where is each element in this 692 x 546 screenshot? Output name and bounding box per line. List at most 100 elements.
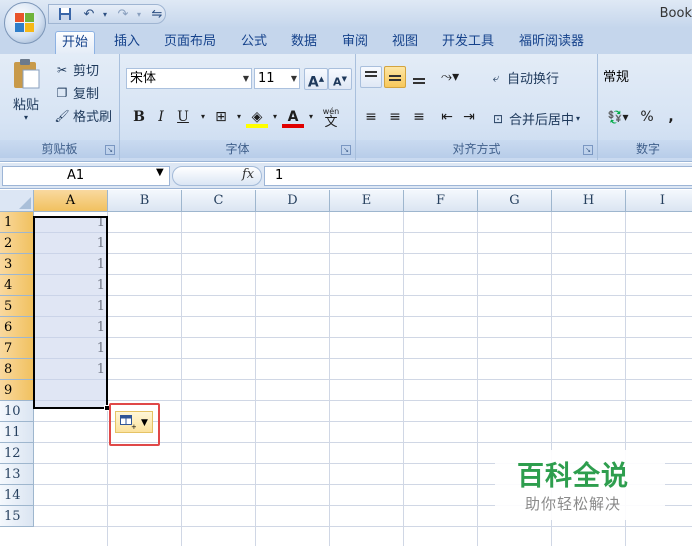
column-header-c[interactable]: C [182, 190, 256, 212]
shrink-font-button[interactable]: A▼ [328, 68, 352, 90]
orientation-icon[interactable]: ⤳▾ [436, 66, 464, 88]
alignment-launcher-icon[interactable]: ↘ [583, 145, 593, 155]
row-header-15[interactable]: 15 [0, 506, 34, 527]
ribbon-tabs: 开始 插入 页面布局 公式 数据 审阅 视图 开发工具 福昕阅读器 [0, 28, 692, 54]
row-header-10[interactable]: 10 [0, 401, 34, 422]
phonetic-guide-button[interactable]: wén 文 [316, 106, 346, 129]
cell-a3[interactable]: 1 [34, 254, 108, 275]
paste-icon [14, 59, 40, 89]
cell-a1[interactable]: 1 [34, 212, 108, 233]
row-header-3[interactable]: 3 [0, 254, 34, 275]
row-header-11[interactable]: 11 [0, 422, 34, 443]
cut-label: 剪切 [73, 64, 100, 79]
font-size-combo[interactable]: 11 ▼ [254, 68, 300, 89]
cell-a8[interactable]: 1 [34, 359, 108, 380]
clipboard-group: 粘贴 ▾ ✂ 剪切 ❐ 复制 🖌 格式刷 剪贴板 ↘ [0, 54, 120, 160]
increase-indent-icon[interactable]: ⇥ [458, 106, 480, 128]
column-header-i[interactable]: I [626, 190, 692, 212]
font-launcher-icon[interactable]: ↘ [341, 145, 351, 155]
redo-dropdown-icon[interactable]: ▾ [131, 7, 147, 23]
tab-data[interactable]: 数据 [285, 31, 323, 54]
row-header-12[interactable]: 12 [0, 443, 34, 464]
column-header-f[interactable]: F [404, 190, 478, 212]
redo-icon[interactable]: ↷ [115, 7, 131, 23]
wrap-text-icon: ⤶ [492, 70, 500, 85]
name-box[interactable]: A1 [2, 166, 170, 186]
align-middle-icon[interactable] [384, 66, 406, 88]
tab-review[interactable]: 审阅 [336, 31, 374, 54]
row-header-13[interactable]: 13 [0, 464, 34, 485]
office-logo-icon [15, 13, 35, 33]
align-top-icon[interactable] [360, 66, 382, 88]
clipboard-launcher-icon[interactable]: ↘ [105, 145, 115, 155]
font-name-combo[interactable]: 宋体 ▼ [126, 68, 252, 89]
align-bottom-icon[interactable] [408, 66, 430, 88]
number-group: 常规 💱▾ % , 数字 [598, 54, 692, 160]
row-header-1[interactable]: 1 [0, 212, 34, 233]
customize-qat-icon[interactable]: ⇋ [149, 7, 165, 23]
cell-a5[interactable]: 1 [34, 296, 108, 317]
grow-font-button[interactable]: A▲ [304, 68, 328, 91]
row-header-4[interactable]: 4 [0, 275, 34, 296]
row-header-7[interactable]: 7 [0, 338, 34, 359]
number-format-value: 常规 [603, 70, 630, 85]
number-format-combo[interactable]: 常规 [600, 68, 692, 89]
chevron-down-icon[interactable]: ▼ [156, 167, 164, 178]
tab-foxit-reader[interactable]: 福昕阅读器 [513, 31, 590, 54]
formula-input[interactable]: 1 [264, 166, 692, 186]
scissors-icon: ✂ [56, 62, 68, 77]
tab-home[interactable]: 开始 [55, 31, 96, 54]
column-header-g[interactable]: G [478, 190, 552, 212]
merge-center-button[interactable]: ⊡ 合并后居中 ▾ [490, 109, 581, 129]
wrap-text-label: 自动换行 [507, 72, 560, 87]
undo-dropdown-icon[interactable]: ▾ [97, 7, 113, 23]
bold-button[interactable]: B [128, 106, 150, 128]
row-header-6[interactable]: 6 [0, 317, 34, 338]
auto-fill-options-button[interactable]: + ▼ [115, 411, 153, 433]
percent-button[interactable]: % [636, 106, 658, 128]
save-icon[interactable] [57, 7, 73, 23]
row-header-9[interactable]: 9 [0, 380, 34, 401]
format-painter-button[interactable]: 🖌 格式刷 [54, 106, 112, 126]
tab-insert[interactable]: 插入 [108, 31, 146, 54]
paste-button[interactable]: 粘贴 ▾ [6, 58, 46, 136]
insert-function-icon[interactable]: fx [242, 167, 254, 182]
column-header-e[interactable]: E [330, 190, 404, 212]
currency-icon[interactable]: 💱▾ [602, 106, 634, 128]
column-header-d[interactable]: D [256, 190, 330, 212]
align-right-icon[interactable]: ≡ [408, 106, 430, 128]
column-header-a[interactable]: A [34, 190, 108, 212]
number-group-label: 数字 [598, 140, 692, 158]
comma-style-button[interactable]: , [660, 106, 682, 128]
undo-icon[interactable]: ↶ [81, 7, 97, 23]
title-bar: ↶ ▾ ↷ ▾ ⇋ Book [0, 0, 692, 28]
cell-a6[interactable]: 1 [34, 317, 108, 338]
cell-a2[interactable]: 1 [34, 233, 108, 254]
tab-formulas[interactable]: 公式 [235, 31, 273, 54]
cut-button[interactable]: ✂ 剪切 [54, 60, 100, 80]
copy-label: 复制 [73, 87, 100, 102]
column-header-h[interactable]: H [552, 190, 626, 212]
row-header-2[interactable]: 2 [0, 233, 34, 254]
office-button[interactable] [4, 2, 46, 44]
cell-a4[interactable]: 1 [34, 275, 108, 296]
paste-label: 粘贴 [12, 98, 39, 113]
column-header-b[interactable]: B [108, 190, 182, 212]
underline-button[interactable]: U [172, 106, 194, 128]
italic-button[interactable]: I [150, 106, 172, 128]
tab-view[interactable]: 视图 [386, 31, 424, 54]
copy-button[interactable]: ❐ 复制 [54, 83, 100, 103]
wrap-text-button[interactable]: ⤶ 自动换行 [488, 68, 560, 88]
select-all-button[interactable] [0, 190, 34, 212]
tab-developer[interactable]: 开发工具 [436, 31, 500, 54]
align-left-icon[interactable]: ≡ [360, 106, 382, 128]
chevron-down-icon: ▾ [576, 114, 581, 123]
tab-page-layout[interactable]: 页面布局 [158, 31, 222, 54]
merge-center-label: 合并后居中 [509, 113, 575, 128]
row-header-5[interactable]: 5 [0, 296, 34, 317]
decrease-indent-icon[interactable]: ⇤ [436, 106, 458, 128]
align-center-icon[interactable]: ≡ [384, 106, 406, 128]
row-header-8[interactable]: 8 [0, 359, 34, 380]
cell-a7[interactable]: 1 [34, 338, 108, 359]
row-header-14[interactable]: 14 [0, 485, 34, 506]
